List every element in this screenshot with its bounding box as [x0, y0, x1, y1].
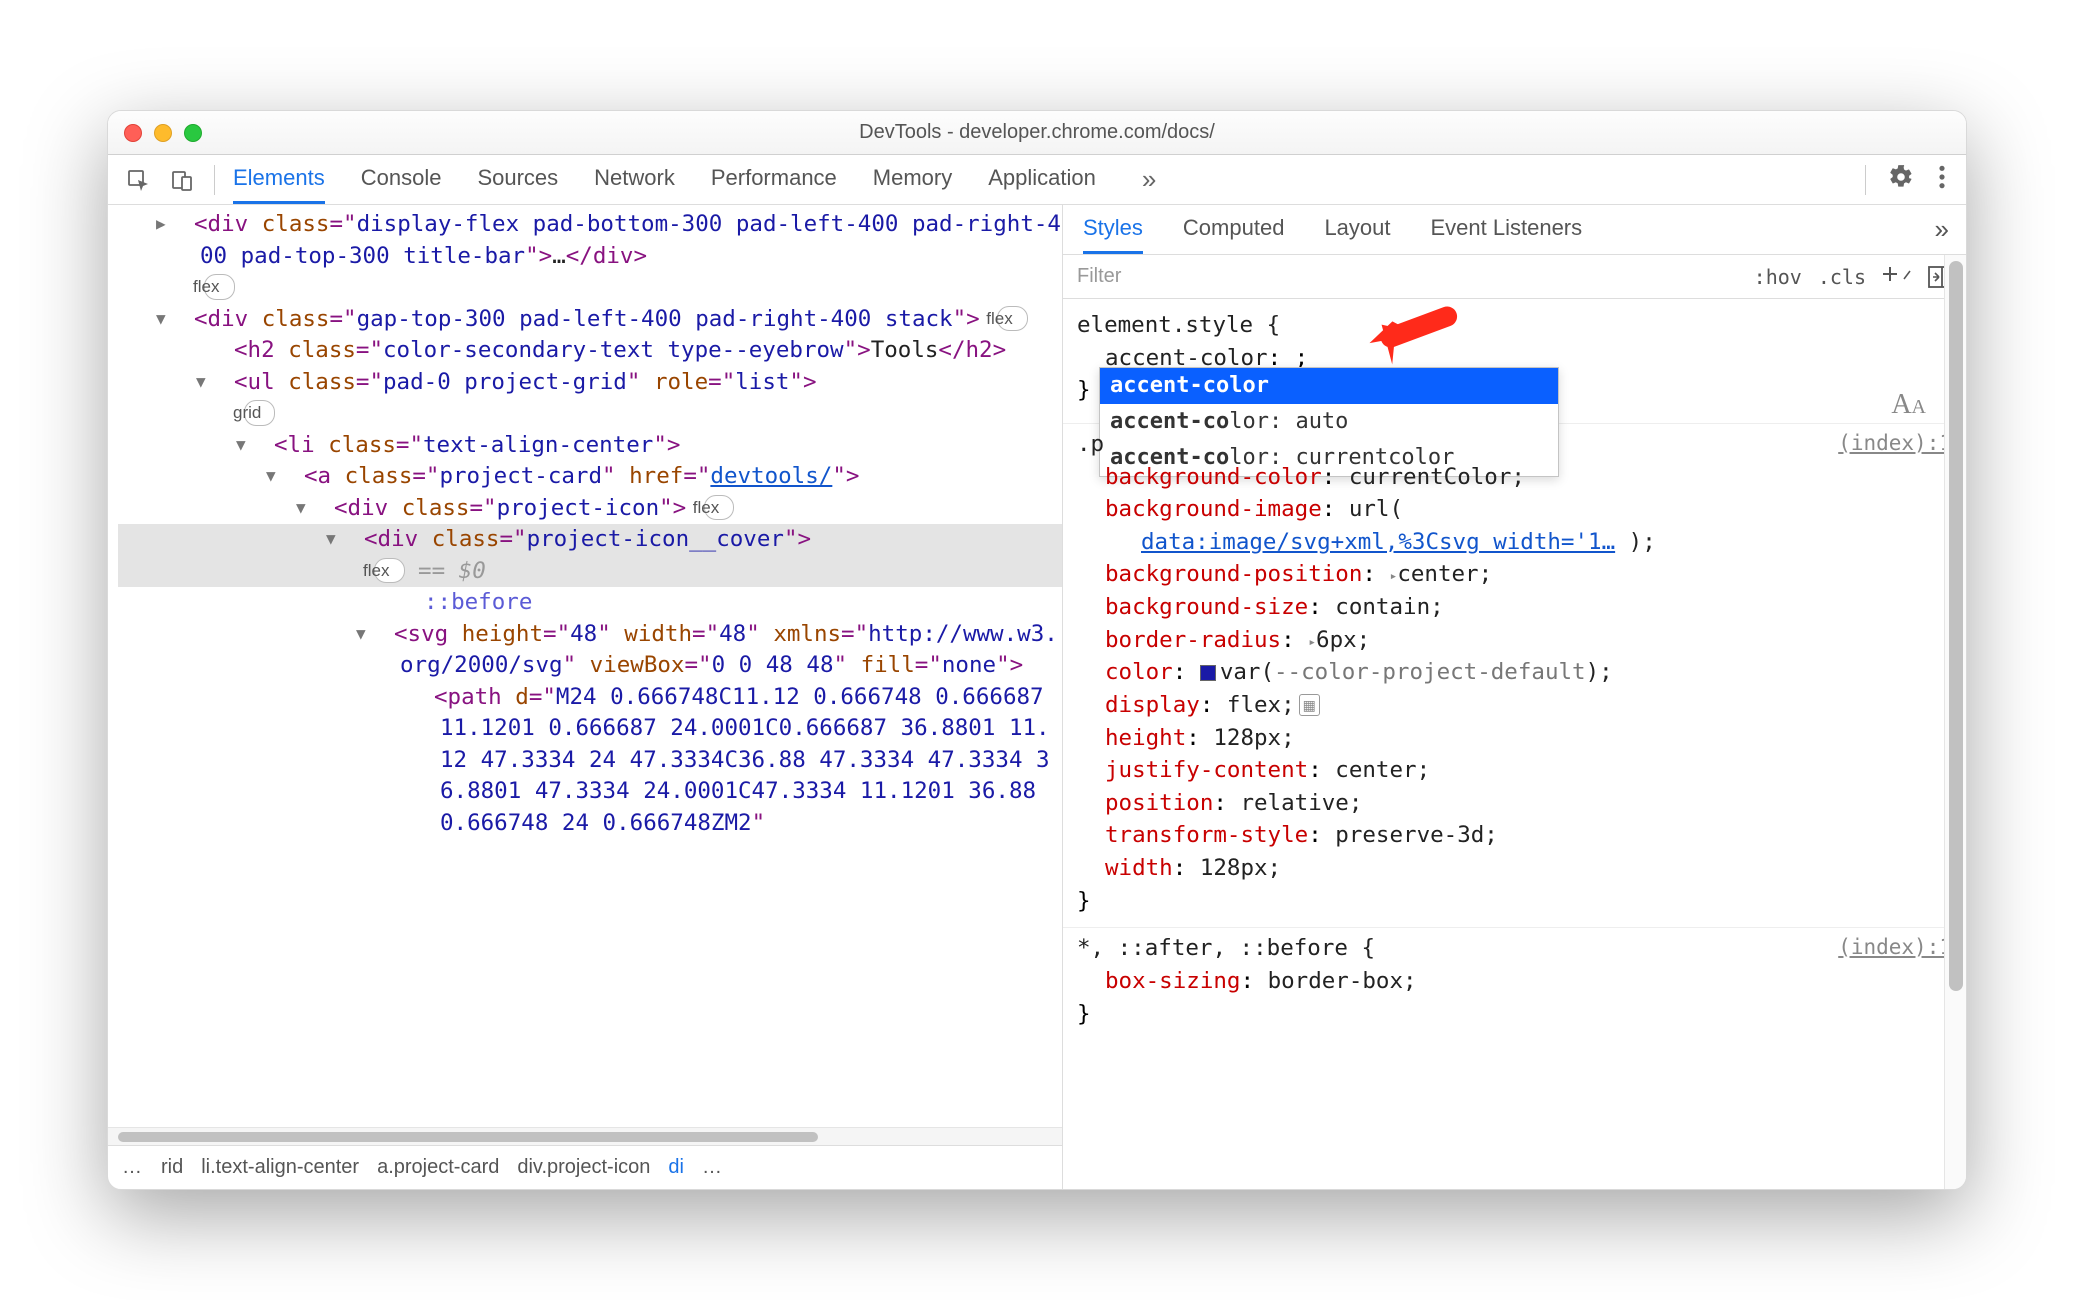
dom-node[interactable]: ▼<a class="project-card" href="devtools/…	[118, 461, 1062, 493]
settings-gear-icon[interactable]	[1888, 164, 1914, 196]
font-rendering-icon[interactable]: AA	[1891, 385, 1926, 426]
tab-console[interactable]: Console	[361, 155, 442, 204]
styles-tabs: Styles Computed Layout Event Listeners »	[1063, 205, 1966, 255]
breadcrumb-item[interactable]: rid	[161, 1156, 183, 1179]
main-tabs: Elements Console Sources Network Perform…	[233, 155, 1163, 204]
dom-node[interactable]: ▼<div class="project-icon"> flex	[118, 493, 1062, 525]
css-property-value-continuation[interactable]: data:image/svg+xml,%3Csvg width='1… );	[1077, 526, 1952, 559]
inspect-element-icon[interactable]	[118, 160, 158, 200]
css-property[interactable]: border-radius: ▸ 6px;	[1077, 624, 1952, 657]
dom-node[interactable]: ▼<li class="text-align-center">	[118, 430, 1062, 462]
breadcrumb-item[interactable]: a.project-card	[377, 1156, 499, 1179]
styles-panel: Styles Computed Layout Event Listeners »…	[1063, 205, 1966, 1189]
css-property[interactable]: background-image: url(	[1077, 493, 1952, 526]
breadcrumb-item[interactable]: li.text-align-center	[201, 1156, 359, 1179]
device-toolbar-icon[interactable]	[162, 160, 202, 200]
styles-content[interactable]: AA element.style { accent-color: ; } acc…	[1063, 299, 1966, 1189]
rule-source-link[interactable]: (index):1	[1838, 428, 1952, 458]
title-bar: DevTools - developer.chrome.com/docs/	[108, 111, 1966, 155]
tab-sources[interactable]: Sources	[477, 155, 558, 204]
css-property[interactable]: width: 128px;	[1077, 852, 1952, 885]
dom-node[interactable]: ::before	[118, 587, 1062, 619]
elements-panel: ▶<div class="display-flex pad-bottom-300…	[108, 205, 1063, 1189]
rule-selector[interactable]: .p	[1077, 428, 1952, 461]
layout-badge[interactable]: flex	[204, 274, 235, 300]
css-property[interactable]: transform-style: preserve-3d;	[1077, 819, 1952, 852]
horizontal-scrollbar[interactable]	[108, 1127, 1062, 1145]
autocomplete-item[interactable]: accent-color	[1100, 368, 1558, 404]
css-property[interactable]: background-color: currentColor;	[1077, 461, 1952, 494]
tab-styles[interactable]: Styles	[1083, 205, 1143, 254]
window-title: DevTools - developer.chrome.com/docs/	[108, 121, 1966, 144]
new-style-rule-button[interactable]	[1882, 261, 1912, 292]
css-property[interactable]: display: flex;▦	[1077, 689, 1952, 722]
dom-node[interactable]: <h2 class="color-secondary-text type--ey…	[118, 335, 1062, 367]
dom-node[interactable]: ▶<div class="display-flex pad-bottom-300…	[118, 209, 1062, 304]
css-property[interactable]: justify-content: center;	[1077, 754, 1952, 787]
main-toolbar: Elements Console Sources Network Perform…	[108, 155, 1966, 205]
dom-tree[interactable]: ▶<div class="display-flex pad-bottom-300…	[108, 205, 1062, 1127]
layout-badge[interactable]: grid	[244, 400, 275, 426]
layout-badge[interactable]: flex	[374, 558, 405, 584]
tab-performance[interactable]: Performance	[711, 155, 837, 204]
tab-computed[interactable]: Computed	[1183, 205, 1285, 254]
css-property[interactable]: height: 128px;	[1077, 722, 1952, 755]
tab-elements[interactable]: Elements	[233, 155, 325, 204]
rule-selector[interactable]: *, ::after, ::before {	[1077, 932, 1952, 965]
toggle-hover-button[interactable]: :hov	[1754, 265, 1802, 289]
vertical-scrollbar[interactable]	[1944, 255, 1966, 1189]
rule-close: }	[1077, 885, 1952, 918]
styles-tabs-overflow[interactable]: »	[1935, 214, 1946, 245]
tab-application[interactable]: Application	[988, 155, 1096, 204]
dom-breadcrumb: … rid li.text-align-center a.project-car…	[108, 1145, 1062, 1189]
dom-node[interactable]: ▼<div class="project-icon__cover"> flex …	[118, 524, 1062, 587]
tab-event-listeners[interactable]: Event Listeners	[1431, 205, 1583, 254]
css-property[interactable]: box-sizing: border-box;	[1077, 965, 1952, 998]
styles-filter-bar: :hov .cls	[1063, 255, 1966, 299]
rule-source-link[interactable]: (index):1	[1838, 932, 1952, 962]
css-property[interactable]: background-position: ▸ center;	[1077, 558, 1952, 591]
tab-layout[interactable]: Layout	[1324, 205, 1390, 254]
devtools-window: DevTools - developer.chrome.com/docs/ El…	[107, 110, 1967, 1190]
tab-memory[interactable]: Memory	[873, 155, 952, 204]
tabs-overflow-button[interactable]: »	[1142, 164, 1153, 195]
layout-badge[interactable]: flex	[997, 306, 1028, 332]
rule-close: }	[1077, 998, 1952, 1031]
breadcrumb-item[interactable]: di	[668, 1156, 684, 1179]
tab-network[interactable]: Network	[594, 155, 675, 204]
css-property[interactable]: color: var(--color-project-default);	[1077, 656, 1952, 689]
dom-node[interactable]: ▼<div class="gap-top-300 pad-left-400 pa…	[118, 304, 1062, 336]
css-property[interactable]: background-size: contain;	[1077, 591, 1952, 624]
css-property[interactable]: position: relative;	[1077, 787, 1952, 820]
style-rule[interactable]: (index):1 .p background-color: currentCo…	[1063, 424, 1966, 928]
breadcrumb-overflow-right[interactable]: …	[702, 1156, 723, 1179]
dom-node[interactable]: <path d="M24 0.666748C11.12 0.666748 0.6…	[118, 682, 1062, 840]
layout-badge[interactable]: flex	[704, 495, 735, 521]
toggle-cls-button[interactable]: .cls	[1818, 265, 1866, 289]
more-options-icon[interactable]	[1938, 164, 1946, 196]
breadcrumb-overflow-left[interactable]: …	[122, 1156, 143, 1179]
style-rule[interactable]: (index):1 *, ::after, ::before { box-siz…	[1063, 928, 1966, 1040]
styles-filter-input[interactable]	[1077, 265, 1738, 288]
dom-node[interactable]: ▼<svg height="48" width="48" xmlns="http…	[118, 619, 1062, 682]
style-rule-element[interactable]: AA element.style { accent-color: ; } acc…	[1063, 305, 1966, 424]
dom-node[interactable]: ▼<ul class="pad-0 project-grid" role="li…	[118, 367, 1062, 430]
breadcrumb-item[interactable]: div.project-icon	[517, 1156, 650, 1179]
rule-selector[interactable]: element.style {	[1077, 309, 1952, 342]
